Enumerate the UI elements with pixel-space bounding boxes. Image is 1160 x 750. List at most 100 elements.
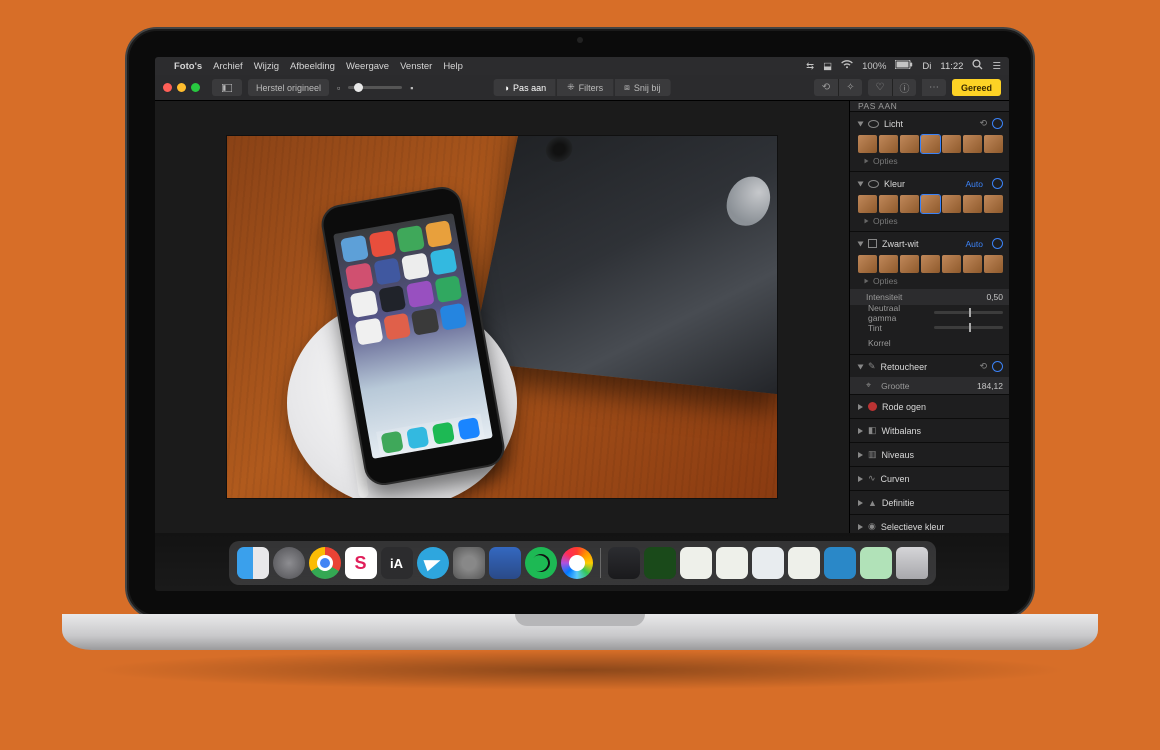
dock-spotify[interactable] [525, 547, 557, 579]
dock-trash[interactable] [896, 547, 928, 579]
preset-thumb[interactable] [921, 135, 940, 153]
preset-thumb[interactable] [984, 195, 1003, 213]
dock-preview[interactable] [489, 547, 521, 579]
auto-link[interactable]: Auto [966, 179, 984, 189]
tab-filters[interactable]: ⁜Filters [556, 79, 613, 96]
preset-thumb[interactable] [942, 195, 961, 213]
dock-telegram[interactable] [417, 547, 449, 579]
tab-adjust[interactable]: ◑Pas aan [494, 79, 556, 96]
preset-thumb[interactable] [900, 135, 919, 153]
preset-thumb[interactable] [921, 195, 940, 213]
preset-thumb[interactable] [879, 195, 898, 213]
fullscreen-window-button[interactable] [191, 83, 200, 92]
preset-thumb[interactable] [942, 255, 961, 273]
visibility-toggle-icon[interactable] [868, 180, 879, 188]
zoom-out-icon[interactable]: ▫ [335, 79, 342, 96]
reset-icon[interactable]: ⟲ [979, 118, 987, 129]
menu-afbeelding[interactable]: Afbeelding [290, 61, 335, 72]
dock-finder[interactable] [237, 547, 269, 579]
back-button[interactable] [212, 79, 242, 96]
done-button[interactable]: Gereed [952, 79, 1001, 96]
preset-thumb[interactable] [858, 195, 877, 213]
auto-button[interactable] [992, 361, 1003, 372]
dock-slack[interactable] [345, 547, 377, 579]
preset-thumb[interactable] [900, 255, 919, 273]
preset-thumb[interactable] [858, 135, 877, 153]
bw-tint-row[interactable]: Tint [858, 320, 1003, 335]
dock-minimized-window[interactable] [680, 547, 712, 579]
menu-archief[interactable]: Archief [213, 61, 243, 72]
tab-crop[interactable]: ⧈Snij bij [613, 79, 670, 96]
preset-thumb[interactable] [963, 135, 982, 153]
adjustment-selective-color[interactable]: ◉Selectieve kleur [850, 515, 1009, 533]
visibility-toggle-icon[interactable] [868, 120, 879, 128]
battery-icon[interactable] [895, 60, 913, 72]
checkbox-icon[interactable] [868, 239, 877, 248]
disclosure-icon[interactable] [858, 121, 864, 126]
notification-center-icon[interactable]: ☰ [992, 61, 1001, 72]
menubar-time[interactable]: 11:22 [940, 61, 963, 72]
dock-minimized-window[interactable] [644, 547, 676, 579]
revert-original-button[interactable]: Herstel origineel [248, 79, 329, 96]
dock-photos[interactable] [561, 547, 593, 579]
dock-launchpad[interactable] [273, 547, 305, 579]
bw-options-toggle[interactable]: Opties [858, 275, 1003, 287]
adjustment-curves[interactable]: ∿Curven [850, 467, 1009, 491]
auto-link[interactable]: Auto [966, 239, 984, 249]
menubar-day[interactable]: Di [922, 61, 931, 72]
disclosure-icon[interactable] [858, 476, 863, 482]
preset-thumb[interactable] [942, 135, 961, 153]
preset-thumb[interactable] [963, 255, 982, 273]
disclosure-icon[interactable] [858, 404, 863, 410]
dock-system-preferences[interactable] [453, 547, 485, 579]
dock-minimized-window[interactable] [608, 547, 640, 579]
slider[interactable] [934, 326, 1003, 329]
adjustment-whitebalance[interactable]: ◧Witbalans [850, 419, 1009, 443]
disclosure-icon[interactable] [858, 364, 864, 369]
dock-minimized-window[interactable] [824, 547, 856, 579]
menu-wijzig[interactable]: Wijzig [254, 61, 279, 72]
zoom-slider[interactable] [348, 86, 402, 89]
light-options-toggle[interactable]: Opties [858, 155, 1003, 167]
preset-thumb[interactable] [879, 135, 898, 153]
preset-thumb[interactable] [984, 255, 1003, 273]
disclosure-icon[interactable] [858, 181, 864, 186]
preset-thumb[interactable] [858, 255, 877, 273]
adjustment-redeye[interactable]: Rode ogen [850, 395, 1009, 419]
color-options-toggle[interactable]: Opties [858, 215, 1003, 227]
preset-thumb[interactable] [921, 255, 940, 273]
preset-thumb[interactable] [963, 195, 982, 213]
adjustment-definition[interactable]: ▲Definitie [850, 491, 1009, 515]
disclosure-icon[interactable] [858, 524, 863, 530]
dock-iawriter[interactable] [381, 547, 413, 579]
dock-minimized-window[interactable] [860, 547, 892, 579]
info-button[interactable]: ⓘ [892, 79, 916, 96]
slider[interactable] [934, 311, 1003, 314]
minimize-window-button[interactable] [177, 83, 186, 92]
dock-minimized-window[interactable] [752, 547, 784, 579]
dropbox-icon[interactable]: ⬓ [823, 61, 832, 72]
dock-minimized-window[interactable] [716, 547, 748, 579]
menu-weergave[interactable]: Weergave [346, 61, 389, 72]
menu-help[interactable]: Help [443, 61, 463, 72]
battery-percent[interactable]: 100% [862, 61, 886, 72]
disclosure-icon[interactable] [858, 452, 863, 458]
close-window-button[interactable] [163, 83, 172, 92]
reset-icon[interactable]: ⟲ [979, 361, 987, 372]
favorite-button[interactable]: ♡ [868, 79, 892, 96]
spotlight-icon[interactable] [972, 59, 983, 73]
dock-minimized-window[interactable] [788, 547, 820, 579]
preset-thumb[interactable] [984, 135, 1003, 153]
auto-button[interactable] [992, 118, 1003, 129]
enhance-button[interactable]: ✧ [838, 79, 862, 96]
dock-chrome[interactable] [309, 547, 341, 579]
bw-neutrals-row[interactable]: Neutraal gamma [858, 305, 1003, 320]
preset-thumb[interactable] [879, 255, 898, 273]
disclosure-icon[interactable] [858, 500, 863, 506]
zoom-in-icon[interactable]: ▪ [408, 79, 415, 96]
adjustment-levels[interactable]: ▥Niveaus [850, 443, 1009, 467]
photo-canvas[interactable] [155, 101, 849, 533]
menubar-app-name[interactable]: Foto's [174, 61, 202, 72]
bw-grain-row[interactable]: Korrel [858, 335, 1003, 350]
disclosure-icon[interactable] [858, 241, 864, 246]
